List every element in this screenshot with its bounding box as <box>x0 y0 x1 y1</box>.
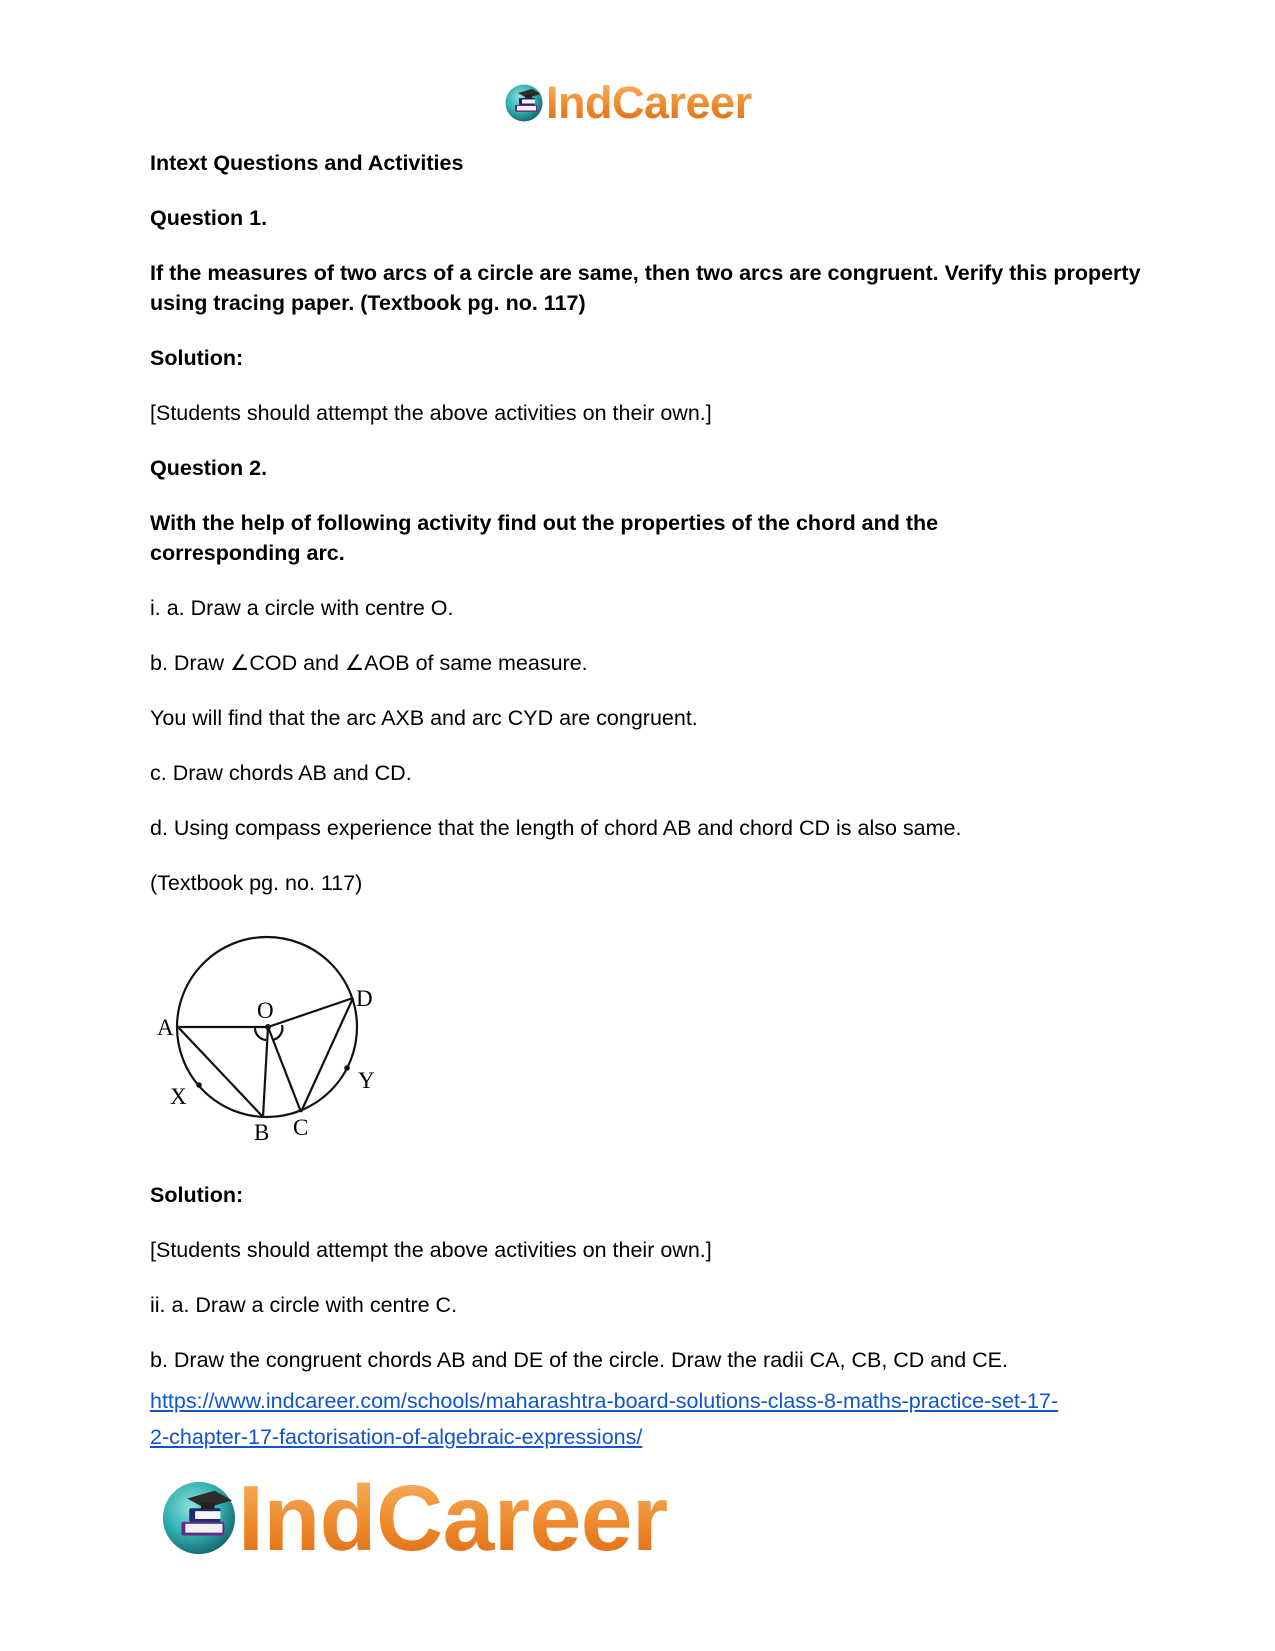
step-i-d: d. Using compass experience that the len… <box>150 816 962 840</box>
graduation-books-icon <box>162 1481 236 1555</box>
step-ii-a: ii. a. Draw a circle with centre C. <box>150 1293 458 1317</box>
label-d: D <box>356 986 373 1011</box>
label-b: B <box>254 1120 269 1145</box>
source-link[interactable]: https://www.indcareer.com/schools/mahara… <box>150 1383 1058 1455</box>
step-i-b: b. Draw ∠COD and ∠AOB of same measure. <box>150 651 588 675</box>
source-link-line-2[interactable]: 2-chapter-17-factorisation-of-algebraic-… <box>150 1425 642 1449</box>
header-logo: IndCareer <box>504 80 752 126</box>
source-link-line-1[interactable]: https://www.indcareer.com/schools/mahara… <box>150 1389 1058 1413</box>
step-i-note: You will find that the arc AXB and arc C… <box>150 706 698 730</box>
question-2-solution-text: [Students should attempt the above activ… <box>150 1238 712 1262</box>
point-y <box>344 1065 350 1071</box>
label-a: A <box>157 1015 174 1040</box>
step-i-a: i. a. Draw a circle with centre O. <box>150 596 454 620</box>
label-y: Y <box>358 1068 375 1093</box>
question-1-solution-text: [Students should attempt the above activ… <box>150 401 712 425</box>
label-o: O <box>257 998 274 1023</box>
label-c: C <box>293 1115 308 1140</box>
question-2-label: Question 2. <box>150 456 268 480</box>
textbook-reference: (Textbook pg. no. 117) <box>150 871 363 895</box>
logo-text: IndCareer <box>546 77 752 128</box>
section-title: Intext Questions and Activities <box>150 151 464 175</box>
angle-aob-mark <box>253 1027 267 1042</box>
label-x: X <box>170 1084 187 1109</box>
step-ii-b: b. Draw the congruent chords AB and DE o… <box>150 1348 1008 1372</box>
graduation-books-icon <box>505 84 543 122</box>
question-1-text: If the measures of two arcs of a circle … <box>150 261 1141 315</box>
step-i-c: c. Draw chords AB and CD. <box>150 761 412 785</box>
circle-chord-figure: A O D X Y B C <box>157 935 375 1145</box>
logo-text: IndCareer <box>238 1466 668 1570</box>
question-2-text: With the help of following activity find… <box>150 511 939 565</box>
footer-logo: IndCareer <box>160 1470 668 1566</box>
radius-od <box>267 996 354 1029</box>
question-1-label: Question 1. <box>150 206 268 230</box>
point-x <box>196 1082 202 1088</box>
question-1-solution-label: Solution: <box>150 346 244 370</box>
question-2-solution-label: Solution: <box>150 1183 244 1207</box>
point-o <box>265 1024 271 1030</box>
angle-cod-mark <box>271 1024 284 1042</box>
